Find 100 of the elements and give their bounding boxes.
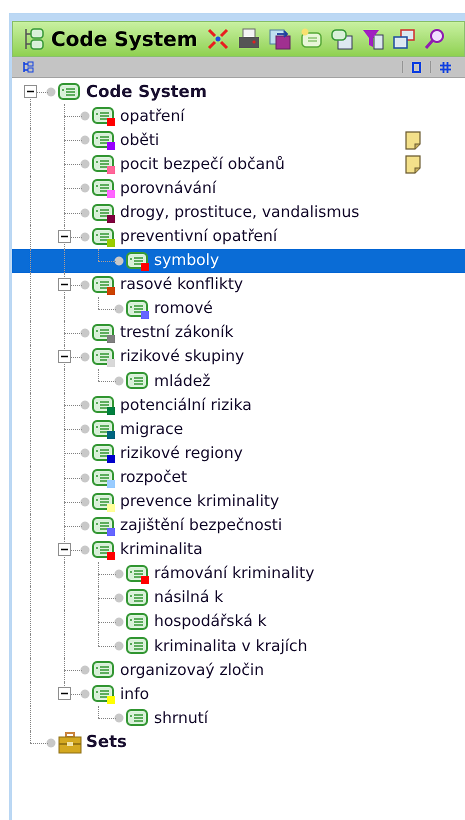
node-dot-icon <box>80 183 90 194</box>
tree-item-label: romové <box>154 298 213 320</box>
tree-item[interactable]: násilná k <box>12 586 465 610</box>
tree-item[interactable]: kriminalita v krajích <box>12 634 465 658</box>
tree-item[interactable]: rizikové regiony <box>12 441 465 466</box>
collapse-icon[interactable] <box>58 542 71 556</box>
code-icon <box>92 490 116 513</box>
tree-item[interactable]: rámování kriminality <box>12 562 465 586</box>
node-dot-icon <box>80 424 90 434</box>
tree-item[interactable]: info <box>12 682 465 706</box>
code-window-icon[interactable] <box>330 27 354 51</box>
code-tree-icon <box>23 27 45 51</box>
filter-icon[interactable] <box>360 27 385 51</box>
node-dot-icon <box>80 328 90 338</box>
tree-item-label: násilná k <box>154 587 224 608</box>
tree-item-label: kriminalita v krajích <box>154 636 308 657</box>
tree-item-label: rasové konflikty <box>120 274 244 296</box>
tree-item[interactable]: hospodářská k <box>12 610 465 634</box>
note-icon[interactable] <box>405 154 421 174</box>
tree-item-label: porovnávání <box>120 178 216 199</box>
code-icon <box>92 322 116 344</box>
code-icon <box>92 274 116 296</box>
tree-item-label: mládež <box>154 370 210 392</box>
code-icon <box>126 250 150 272</box>
header-title: Code System <box>51 26 198 53</box>
tree-item[interactable]: symboly <box>12 248 465 273</box>
tree-item[interactable]: rozpočet <box>12 466 465 490</box>
tree-item[interactable]: organizovaý zločin <box>12 658 465 682</box>
node-dot-icon <box>80 448 90 458</box>
node-dot-icon <box>80 520 90 531</box>
code-icon <box>92 105 116 128</box>
tree-item[interactable]: preventivní opatření <box>12 224 465 249</box>
tree-item[interactable]: migrace <box>12 417 465 442</box>
windows-icon[interactable] <box>392 27 416 51</box>
square-icon[interactable] <box>412 62 421 72</box>
tree-item-label: kriminalita <box>120 539 203 560</box>
code-icon <box>92 466 116 489</box>
tree-item-label: Sets <box>86 731 127 754</box>
node-dot-icon <box>80 232 90 242</box>
code-icon <box>92 538 116 561</box>
node-dot-icon <box>80 135 90 146</box>
node-dot-icon <box>80 352 90 362</box>
tree-item[interactable]: oběti <box>12 128 465 152</box>
collapse-icon[interactable] <box>58 687 71 700</box>
tree-item-label: rizikové regiony <box>120 442 243 464</box>
tree-item-label: zajištění bezpečnosti <box>120 515 282 536</box>
code-icon <box>92 226 116 248</box>
collapse-icon[interactable] <box>58 350 71 364</box>
code-icon <box>126 562 150 585</box>
tree-item[interactable]: opatření <box>12 104 465 128</box>
node-dot-icon <box>46 738 56 748</box>
export-icon[interactable] <box>268 27 292 51</box>
code-icon <box>92 129 116 152</box>
tree-item[interactable]: shrnutí <box>12 706 465 731</box>
tree-item-label: organizovaý zločin <box>120 660 264 681</box>
code-icon <box>92 442 116 464</box>
tree-item-label: preventivní opatření <box>120 226 278 247</box>
node-dot-icon <box>114 568 124 579</box>
tree-item[interactable]: porovnávání <box>12 176 465 200</box>
node-dot-icon <box>114 376 124 386</box>
tree-item[interactable]: kriminalita <box>12 538 465 562</box>
tree-item-label: shrnutí <box>154 708 208 729</box>
tree-item[interactable]: trestní zákoník <box>12 320 465 346</box>
code-icon <box>92 683 116 706</box>
tree-item[interactable]: Code System <box>12 80 465 104</box>
tree-item-label: pocit bezpečí občanů <box>120 154 285 175</box>
tree-item[interactable]: zajištění bezpečnosti <box>12 514 465 538</box>
code-icon <box>92 346 116 368</box>
tree-item[interactable]: Sets <box>12 730 465 755</box>
tree-item[interactable]: pocit bezpečí občanů <box>12 152 465 176</box>
collapse-icon[interactable] <box>58 278 71 291</box>
node-dot-icon <box>46 87 56 98</box>
tree-item-label: prevence kriminality <box>120 491 280 512</box>
tree-item[interactable]: drogy, prostituce, vandalismus <box>12 200 465 225</box>
note-icon[interactable] <box>405 130 421 150</box>
node-dot-icon <box>80 689 90 700</box>
search-icon[interactable] <box>422 27 447 51</box>
collapse-icon[interactable] <box>24 85 37 98</box>
node-dot-icon <box>114 256 124 266</box>
collapse-icon[interactable] <box>58 230 71 243</box>
node-dot-icon <box>114 304 124 314</box>
node-dot-icon <box>80 472 90 483</box>
tree-item[interactable]: romové <box>12 296 465 321</box>
tree-item-label: rámování kriminality <box>154 563 314 584</box>
arrows-icon[interactable] <box>206 27 230 51</box>
tree-item[interactable]: mládež <box>12 369 465 394</box>
tree-item[interactable]: rasové konflikty <box>12 272 465 297</box>
new-code-icon[interactable] <box>298 27 323 51</box>
tree-item-label: Code System <box>86 80 207 103</box>
briefcase-icon <box>58 732 82 754</box>
tree-icon[interactable] <box>22 61 34 73</box>
tree-item-label: rozpočet <box>120 466 188 488</box>
node-dot-icon <box>114 617 124 628</box>
tree-item-label: potenciální rizika <box>120 394 252 416</box>
tree-item[interactable]: rizikové skupiny <box>12 345 465 370</box>
tree-item[interactable]: prevence kriminality <box>12 490 465 514</box>
print-icon[interactable] <box>236 27 261 51</box>
tree-item-label: hospodářská k <box>154 611 267 632</box>
tree-item[interactable]: potenciální rizika <box>12 393 465 418</box>
hash-icon[interactable] <box>440 62 451 72</box>
